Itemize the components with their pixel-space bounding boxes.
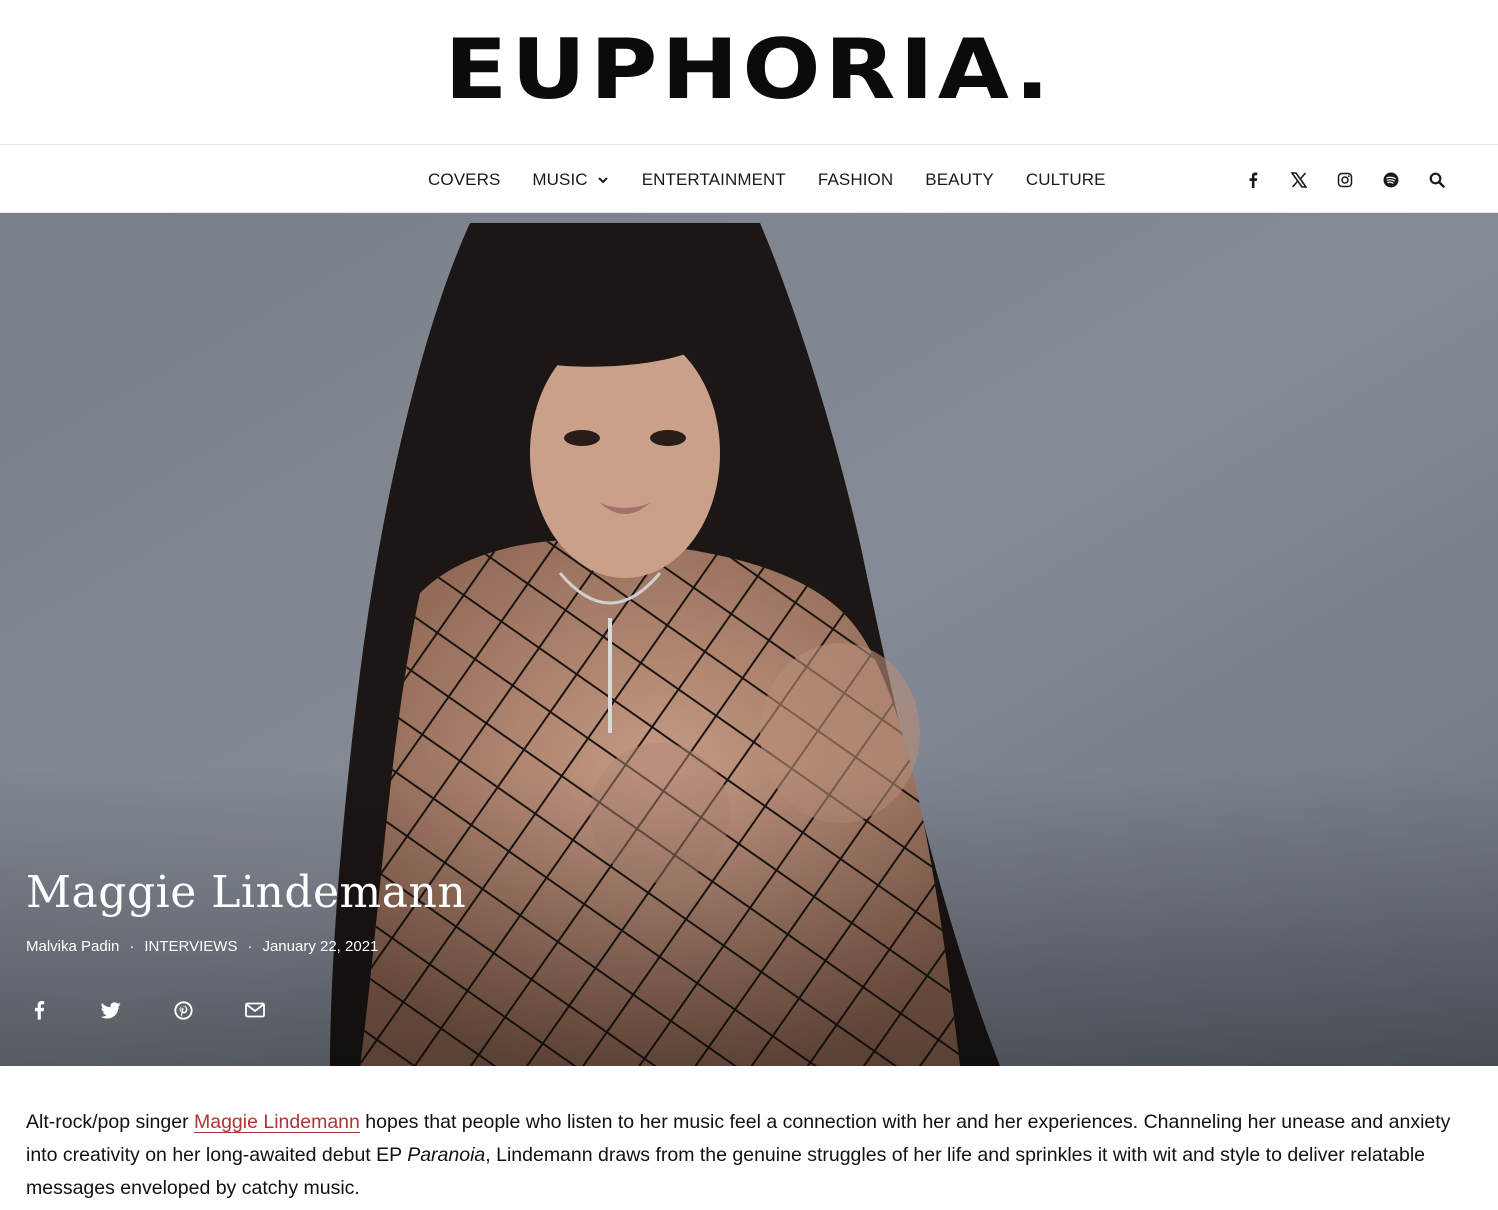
nav-item-music[interactable]: MUSIC <box>532 170 609 190</box>
article-title: Maggie Lindemann <box>26 867 467 918</box>
article-body: Alt-rock/pop singer Maggie Lindemann hop… <box>26 1106 1466 1205</box>
spotify-icon[interactable] <box>1380 169 1402 191</box>
site-logo[interactable]: EUPHORIA. <box>444 28 1053 112</box>
search-icon[interactable] <box>1426 169 1448 191</box>
nav-item-entertainment[interactable]: ENTERTAINMENT <box>642 170 786 190</box>
pinterest-icon[interactable] <box>170 997 196 1023</box>
nav-item-label: CULTURE <box>1025 169 1106 189</box>
nav-social-links <box>1218 146 1448 213</box>
ep-title: Paranoia <box>407 1144 486 1166</box>
meta-separator: · <box>247 938 253 955</box>
x-icon[interactable] <box>1288 169 1310 191</box>
nav-item-label: ENTERTAINMENT <box>641 169 786 189</box>
paragraph-text: Alt-rock/pop singer <box>26 1111 194 1133</box>
nav-item-fashion[interactable]: FASHION <box>818 170 893 190</box>
chevron-down-icon <box>597 176 608 183</box>
category-link[interactable]: INTERVIEWS <box>144 938 237 955</box>
nav-item-label: COVERS <box>428 169 501 189</box>
nav-item-label: MUSIC <box>532 169 588 189</box>
facebook-icon[interactable] <box>26 997 52 1023</box>
email-icon[interactable] <box>242 997 268 1023</box>
article-paragraph: Alt-rock/pop singer Maggie Lindemann hop… <box>26 1106 1466 1205</box>
main-navbar: COVERS MUSIC ENTERTAINMENT FASHION BEAUT… <box>0 146 1498 213</box>
facebook-icon[interactable] <box>1242 169 1264 191</box>
meta-separator: · <box>129 938 135 955</box>
masthead: EUPHORIA. <box>0 0 1498 145</box>
author-link[interactable]: Malvika Padin <box>26 938 119 955</box>
artist-link[interactable]: Maggie Lindemann <box>194 1111 360 1133</box>
hero-section: Maggie Lindemann Malvika Padin · INTERVI… <box>0 213 1498 1066</box>
nav-item-beauty[interactable]: BEAUTY <box>925 170 994 190</box>
nav-item-label: BEAUTY <box>925 169 994 189</box>
nav-item-covers[interactable]: COVERS <box>428 170 500 190</box>
instagram-icon[interactable] <box>1334 169 1356 191</box>
nav-item-label: FASHION <box>817 169 894 189</box>
nav-item-culture[interactable]: CULTURE <box>1026 170 1106 190</box>
nav-menu: COVERS MUSIC ENTERTAINMENT FASHION BEAUT… <box>428 146 1106 213</box>
twitter-icon[interactable] <box>98 997 124 1023</box>
article-meta: Malvika Padin · INTERVIEWS · January 22,… <box>26 938 378 955</box>
publish-date: January 22, 2021 <box>262 938 379 955</box>
share-buttons <box>26 997 314 1023</box>
